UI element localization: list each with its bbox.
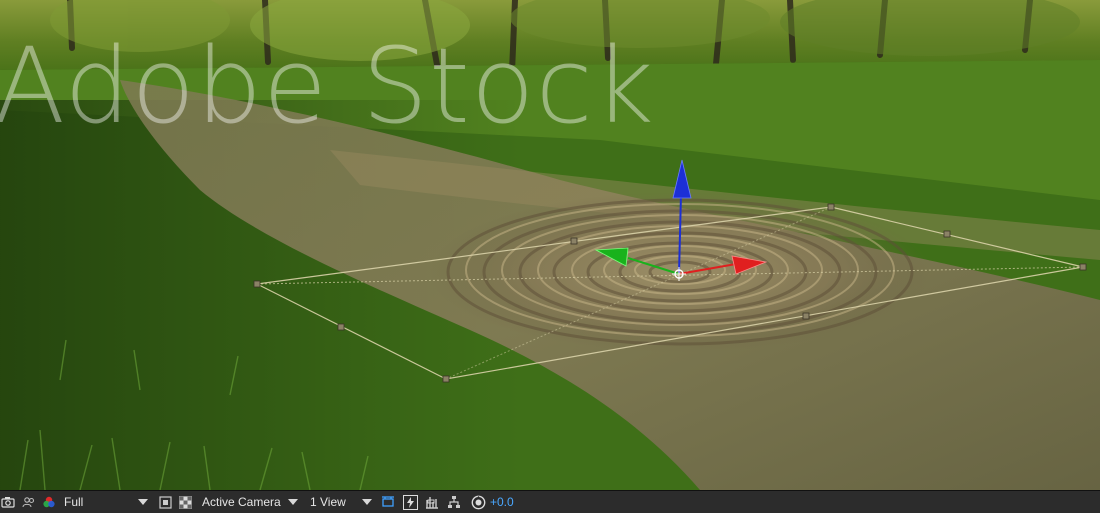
handle-bottom-left <box>442 375 450 383</box>
view-layout-value: 1 View <box>310 495 346 509</box>
pixel-aspect-icon[interactable] <box>380 494 396 510</box>
footage-frame <box>0 0 1100 490</box>
chevron-down-icon <box>138 499 148 505</box>
camera-icon[interactable] <box>0 494 16 510</box>
viewer-toolbar: Full Active Camera 1 View +0.0 <box>0 490 1100 513</box>
handle-top-left <box>253 280 261 288</box>
view-layout-dropdown[interactable]: 1 View <box>307 493 375 511</box>
exposure-value[interactable]: +0.0 <box>490 495 514 509</box>
resolution-value: Full <box>64 495 84 509</box>
camera-view-value: Active Camera <box>202 495 281 509</box>
fast-previews-icon[interactable] <box>402 494 418 510</box>
composition-panel: Adobe Stock Full Active Camera 1 View +0… <box>0 0 1100 513</box>
handle-top-right <box>827 203 835 211</box>
transparency-grid-icon[interactable] <box>177 494 193 510</box>
chevron-down-icon <box>288 499 298 505</box>
resolution-dropdown[interactable]: Full <box>61 493 151 511</box>
handle-bottom-right <box>1079 263 1087 271</box>
flowchart-icon[interactable] <box>446 494 462 510</box>
handle-top-mid <box>570 237 578 245</box>
region-of-interest-icon[interactable] <box>157 494 173 510</box>
snapshot-people-icon[interactable] <box>21 494 37 510</box>
handle-bottom-mid <box>802 312 810 320</box>
camera-view-dropdown[interactable]: Active Camera <box>199 493 301 511</box>
composition-viewport[interactable]: Adobe Stock <box>0 0 1100 490</box>
handle-left-mid <box>337 323 345 331</box>
handle-right-mid <box>943 230 951 238</box>
timeline-icon[interactable] <box>424 494 440 510</box>
rgb-channels-icon[interactable] <box>41 494 57 510</box>
chevron-down-icon <box>362 499 372 505</box>
reset-exposure-icon[interactable] <box>470 494 486 510</box>
